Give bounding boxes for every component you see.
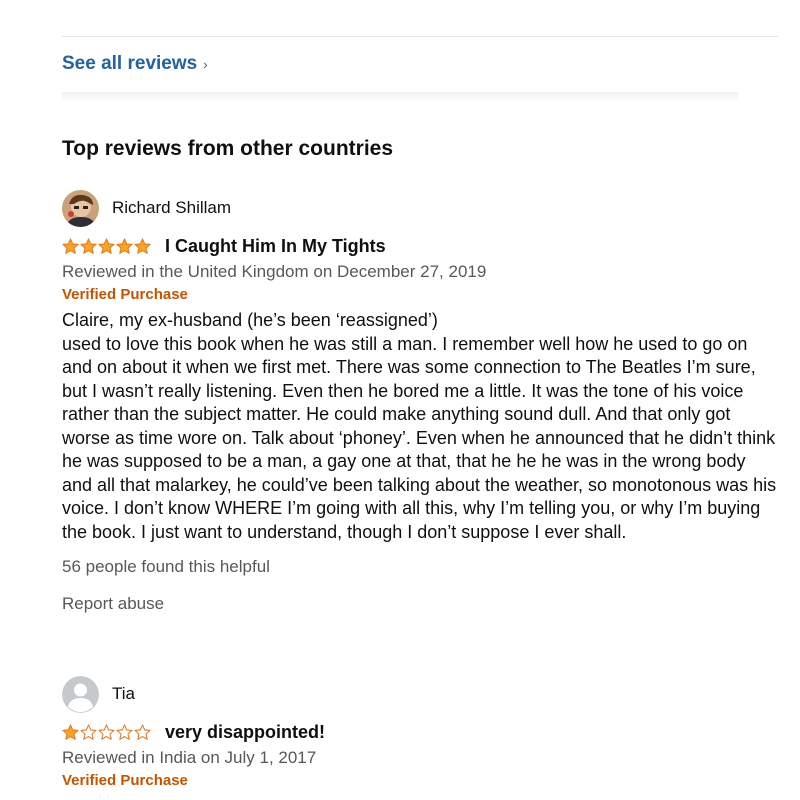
helpful-count: 56 people found this helpful [62,557,270,576]
review-body-paragraph: used to love this book when he was still… [62,333,777,542]
star-empty-icon [134,723,151,740]
review-body-line: Claire, my ex-husband (he’s been ‘reassi… [62,310,438,330]
reviewer-name: Tia [112,684,135,703]
star-filled-icon [98,237,115,254]
report-abuse-link[interactable]: Report abuse [62,594,778,614]
top-divider [62,36,778,37]
see-all-reviews-label: See all reviews [62,53,198,74]
reviewer-name: Richard Shillam [112,198,232,217]
review-title[interactable]: I Caught Him In My Tights [165,236,386,257]
review-title[interactable]: very disappointed! [165,722,325,743]
review-date: Reviewed in India on July 1, 2017 [62,748,317,767]
star-rating[interactable] [62,723,151,741]
verified-purchase-badge: Verified Purchase [62,772,188,789]
review-date: Reviewed in the United Kingdom on Decemb… [62,262,487,281]
section-divider [62,92,738,102]
reviewer-profile[interactable]: Tia [62,675,778,713]
see-all-reviews-link[interactable]: See all reviews › [62,53,208,75]
section-heading: Top reviews from other countries [62,137,394,160]
star-rating[interactable] [62,237,151,255]
chevron-right-icon: › [203,56,208,72]
review-card: Richard Shillam I Caught Him In My Tight… [62,189,778,614]
verified-purchase-badge: Verified Purchase [62,286,188,303]
star-filled-icon [80,237,97,254]
star-empty-icon [98,723,115,740]
reviewer-profile[interactable]: Richard Shillam [62,189,778,227]
profile-photo-avatar [62,189,99,227]
star-filled-icon [116,237,133,254]
review-card: Tia very disappointed! Reviewed in India… [62,675,778,789]
star-filled-icon [62,237,79,254]
star-empty-icon [80,723,97,740]
default-user-avatar-icon [62,675,99,713]
star-filled-icon [62,723,79,740]
star-empty-icon [116,723,133,740]
star-filled-icon [134,237,151,254]
review-body: Claire, my ex-husband (he’s been ‘reassi… [62,309,778,544]
